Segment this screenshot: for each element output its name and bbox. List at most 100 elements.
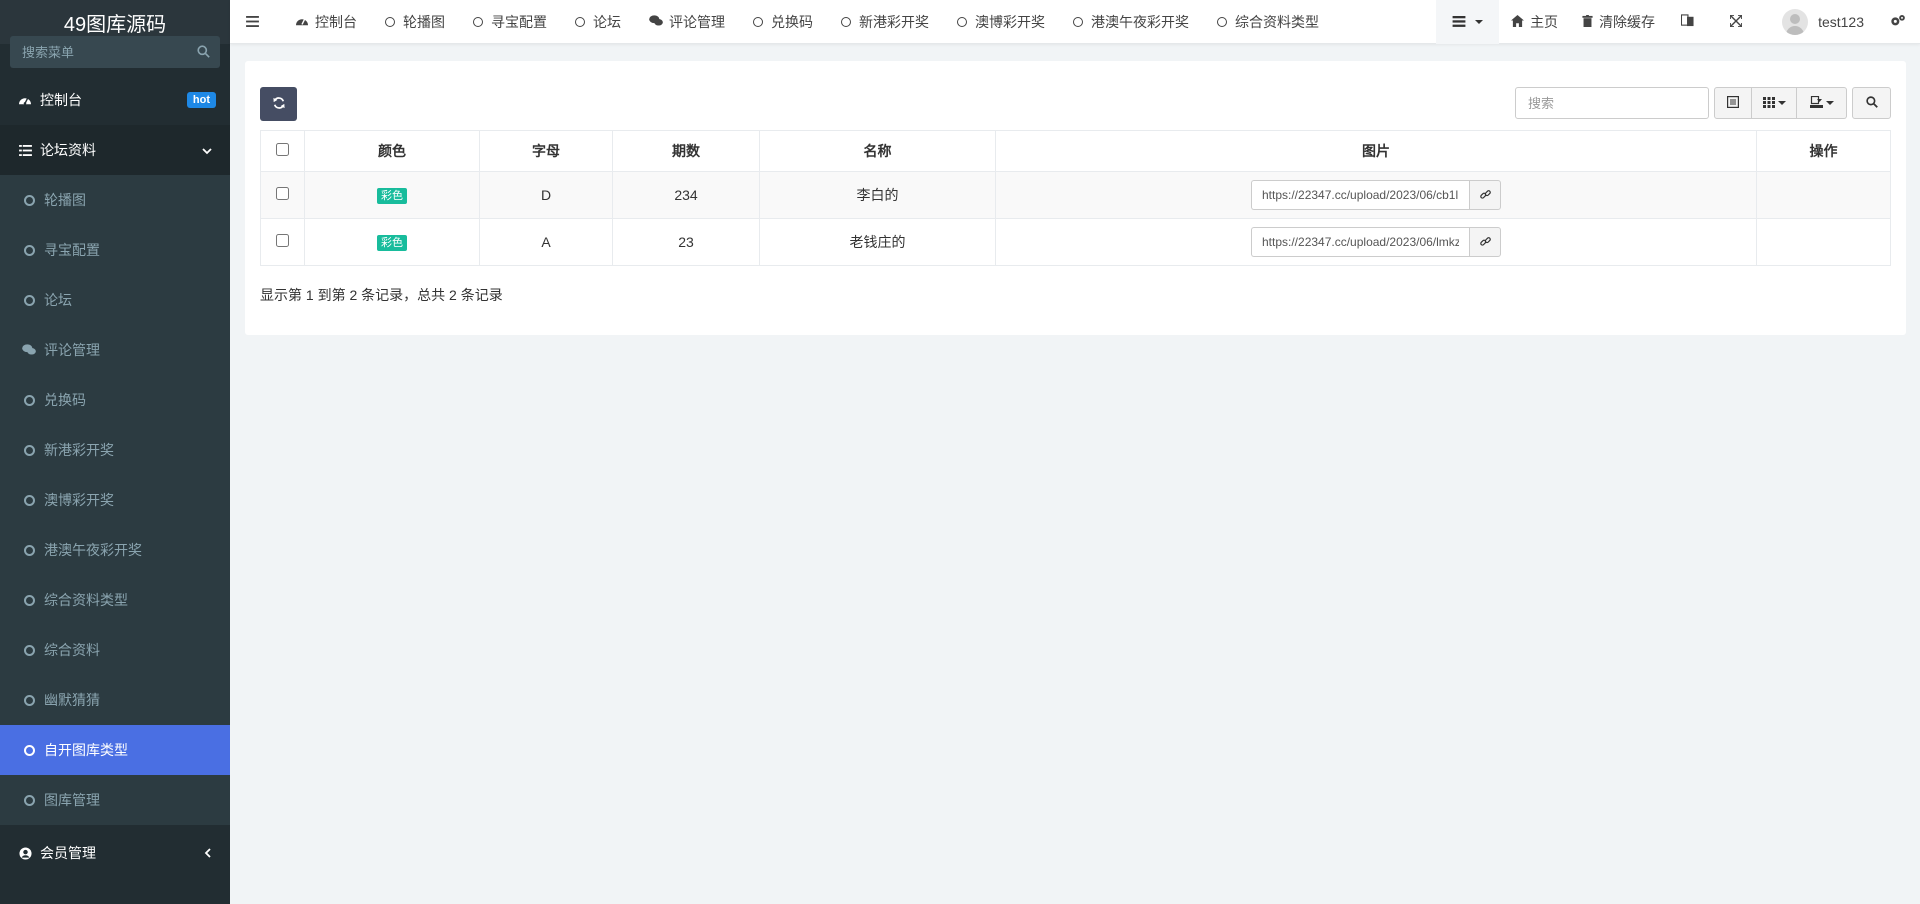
circle-icon — [385, 16, 395, 27]
fullscreen-icon — [1729, 14, 1748, 30]
column-header-letter[interactable]: 字母 — [479, 130, 613, 172]
sidebar-toggle-button[interactable] — [230, 0, 281, 44]
period-cell: 234 — [612, 171, 760, 219]
sidebar-item-label: 评论管理 — [44, 342, 100, 358]
menu-search-input[interactable] — [10, 36, 220, 68]
sidebar-item-redeem[interactable]: 兑换码 — [0, 375, 230, 425]
sidebar-item-label: 自开图库类型 — [44, 742, 128, 758]
refresh-icon — [272, 96, 285, 112]
tab-data-types[interactable]: 综合资料类型 — [1203, 0, 1333, 44]
grid-icon — [1762, 95, 1775, 111]
sidebar-item-label: 幽默猜猜 — [44, 692, 100, 708]
sidebar-item-carousel[interactable]: 轮播图 — [0, 175, 230, 225]
table-toolbar — [260, 87, 1891, 121]
data-table: 颜色 字母 期数 名称 图片 操作 彩色 D 234 李白的 https://2… — [260, 130, 1891, 266]
circle-icon — [22, 493, 36, 507]
sidebar-item-data[interactable]: 综合资料 — [0, 625, 230, 675]
chevron-left-icon — [204, 845, 212, 861]
letter-cell: D — [479, 171, 613, 219]
sidebar-item-midnight[interactable]: 港澳午夜彩开奖 — [0, 525, 230, 575]
select-all-checkbox[interactable] — [276, 143, 289, 156]
tab-aobo[interactable]: 澳博彩开奖 — [943, 0, 1059, 44]
fullscreen-button[interactable] — [1714, 0, 1764, 44]
export-icon — [1809, 95, 1823, 111]
sidebar-item-label: 轮播图 — [44, 192, 86, 208]
sidebar-item-label: 图库管理 — [44, 792, 100, 808]
sidebar-item-members[interactable]: 会员管理 — [0, 825, 230, 881]
content-panel: 颜色 字母 期数 名称 图片 操作 彩色 D 234 李白的 — [245, 61, 1906, 335]
tab-dashboard[interactable]: 控制台 — [281, 0, 371, 44]
clear-cache-button[interactable]: 清除缓存 — [1570, 0, 1667, 44]
tab-label: 控制台 — [315, 13, 357, 30]
comments-icon — [649, 14, 669, 30]
sidebar: 49图库源码 控制台 hot 论坛资料 轮播图 — [0, 0, 230, 904]
circle-icon — [22, 443, 36, 457]
refresh-button[interactable] — [260, 87, 297, 121]
gears-icon — [1890, 14, 1912, 30]
tab-midnight[interactable]: 港澳午夜彩开奖 — [1059, 0, 1203, 44]
home-link[interactable]: 主页 — [1499, 0, 1570, 44]
sidebar-item-humor[interactable]: 幽默猜猜 — [0, 675, 230, 725]
dashboard-icon — [295, 14, 315, 30]
sidebar-item-gallery-types[interactable]: 自开图库类型 — [0, 725, 230, 775]
open-link-button[interactable] — [1469, 180, 1501, 210]
tab-redeem[interactable]: 兑换码 — [739, 0, 827, 44]
settings-button[interactable] — [1878, 0, 1920, 44]
circle-icon — [22, 593, 36, 607]
home-icon — [1511, 14, 1530, 30]
sidebar-item-forum[interactable]: 论坛 — [0, 275, 230, 325]
circle-icon — [22, 543, 36, 557]
circle-icon — [841, 16, 851, 27]
top-navbar: 控制台 轮播图 寻宝配置 论坛 评论管理 兑换码 新港彩开奖 澳博彩开奖 港澳午… — [230, 0, 1920, 44]
sidebar-item-gallery[interactable]: 图库管理 — [0, 775, 230, 825]
columns-button[interactable] — [1752, 87, 1797, 119]
tab-label: 兑换码 — [771, 13, 813, 30]
column-header-image[interactable]: 图片 — [995, 130, 1757, 172]
tabs-dropdown-button[interactable] — [1436, 0, 1500, 44]
toggle-view-button[interactable] — [1714, 87, 1752, 119]
tab-treasure[interactable]: 寻宝配置 — [459, 0, 561, 44]
sidebar-item-forum-data[interactable]: 论坛资料 — [0, 125, 230, 175]
name-cell: 老钱庄的 — [759, 218, 996, 266]
tab-comments[interactable]: 评论管理 — [635, 0, 739, 44]
pagination-summary: 显示第 1 到第 2 条记录，总共 2 条记录 — [260, 287, 503, 303]
column-header-period[interactable]: 期数 — [612, 130, 760, 172]
color-cell: 彩色 — [304, 171, 480, 219]
sidebar-item-label: 寻宝配置 — [44, 242, 100, 258]
sidebar-item-label: 论坛 — [44, 292, 72, 308]
caret-down-icon — [1475, 20, 1484, 24]
column-header-name[interactable]: 名称 — [759, 130, 996, 172]
row-checkbox[interactable] — [276, 187, 289, 200]
language-button[interactable] — [1667, 0, 1714, 44]
sidebar-item-xingang[interactable]: 新港彩开奖 — [0, 425, 230, 475]
tab-label: 寻宝配置 — [491, 13, 547, 30]
sidebar-item-dashboard[interactable]: 控制台 hot — [0, 75, 230, 125]
open-link-button[interactable] — [1469, 227, 1501, 257]
sidebar-item-aobo[interactable]: 澳博彩开奖 — [0, 475, 230, 525]
search-icon[interactable] — [197, 45, 210, 61]
sidebar-item-data-types[interactable]: 综合资料类型 — [0, 575, 230, 625]
tab-xingang[interactable]: 新港彩开奖 — [827, 0, 943, 44]
username: test123 — [1818, 14, 1864, 30]
tab-forum[interactable]: 论坛 — [561, 0, 635, 44]
image-url-input[interactable] — [1251, 227, 1469, 257]
advanced-search-button[interactable] — [1852, 87, 1891, 119]
sidebar-item-treasure[interactable]: 寻宝配置 — [0, 225, 230, 275]
actions-cell — [1756, 218, 1891, 266]
tab-carousel[interactable]: 轮播图 — [371, 0, 459, 44]
sidebar-item-label: 兑换码 — [44, 392, 86, 408]
circle-icon — [957, 16, 967, 27]
table-header-row: 颜色 字母 期数 名称 图片 操作 — [260, 130, 1891, 172]
image-url-input[interactable] — [1251, 180, 1469, 210]
avatar — [1782, 9, 1809, 35]
sidebar-item-comments[interactable]: 评论管理 — [0, 325, 230, 375]
table-search-input[interactable] — [1515, 87, 1709, 119]
caret-down-icon — [1825, 101, 1834, 105]
circle-icon — [575, 16, 585, 27]
sidebar-item-label: 新港彩开奖 — [44, 442, 114, 458]
row-checkbox[interactable] — [276, 234, 289, 247]
export-button[interactable] — [1797, 87, 1847, 119]
column-header-color[interactable]: 颜色 — [304, 130, 480, 172]
user-menu[interactable]: test123 — [1764, 0, 1878, 44]
comments-icon — [22, 343, 36, 357]
